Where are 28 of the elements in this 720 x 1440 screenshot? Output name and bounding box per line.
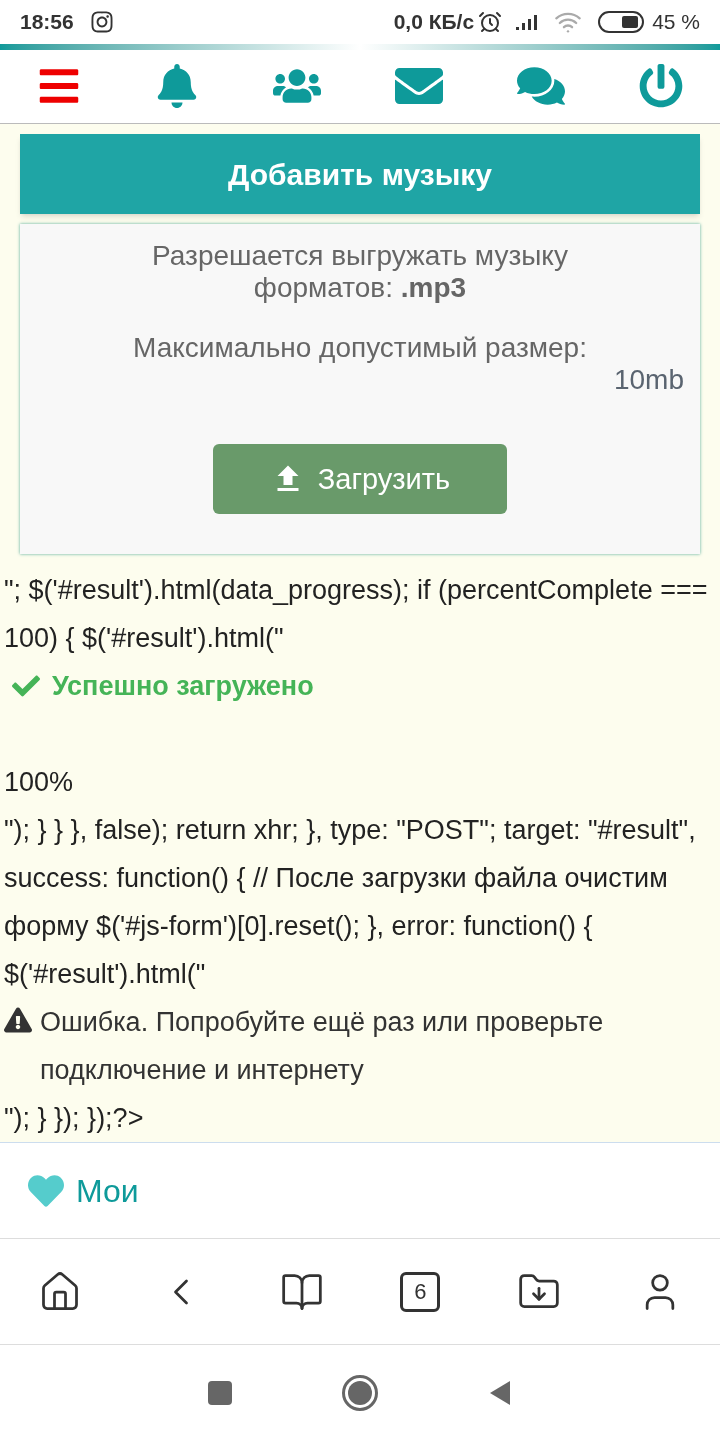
battery-icon	[598, 11, 645, 34]
max-size-label: Максимально допустимый размер:	[133, 332, 587, 364]
error-message: Ошибка. Попробуйте ещё раз или проверьте подключение и интернету	[40, 1006, 605, 1087]
power-icon	[639, 64, 683, 109]
power-button[interactable]	[639, 64, 683, 109]
my-link[interactable]: Мои	[76, 1166, 139, 1215]
back-nav-button[interactable]	[488, 1379, 512, 1406]
heart-icon	[28, 1172, 64, 1209]
code-text: "; $('#result').html(data_progress); if (percentComplete === 100) { $('#result').html("	[4, 574, 709, 655]
upload-button[interactable]: Загрузить	[213, 444, 507, 514]
code-text: "); } } }, false); return xhr; }, type: "POST"; target: "#result", success: function() { // После загрузки файла очистим форму $('#js-form')[0].reset(); }, error: function() { $('#result').html("	[4, 814, 697, 991]
alarm-icon	[478, 10, 503, 35]
recents-button[interactable]	[208, 1380, 232, 1405]
home-nav-button[interactable]	[342, 1374, 378, 1411]
formats-text: Разрешается выгружать музыку форматов: .mp3	[151, 240, 569, 304]
section-header: Добавить музыку	[20, 134, 700, 214]
bell-icon	[155, 64, 199, 109]
warning-icon	[4, 1006, 32, 1034]
tabs-button[interactable]: 6	[400, 1271, 441, 1312]
camera-app-icon	[89, 10, 114, 35]
clock-time: 18:56	[20, 9, 74, 36]
bell-button[interactable]	[155, 64, 199, 109]
success-message: Успешно загружено	[52, 670, 314, 703]
battery-percent: 45 %	[652, 9, 700, 36]
code-text: "); } }); });?>	[4, 1102, 145, 1135]
code-text: 100%	[4, 766, 75, 799]
network-speed: 0,0 КБ/с	[393, 9, 475, 36]
max-size-value: 10mb	[613, 364, 684, 396]
